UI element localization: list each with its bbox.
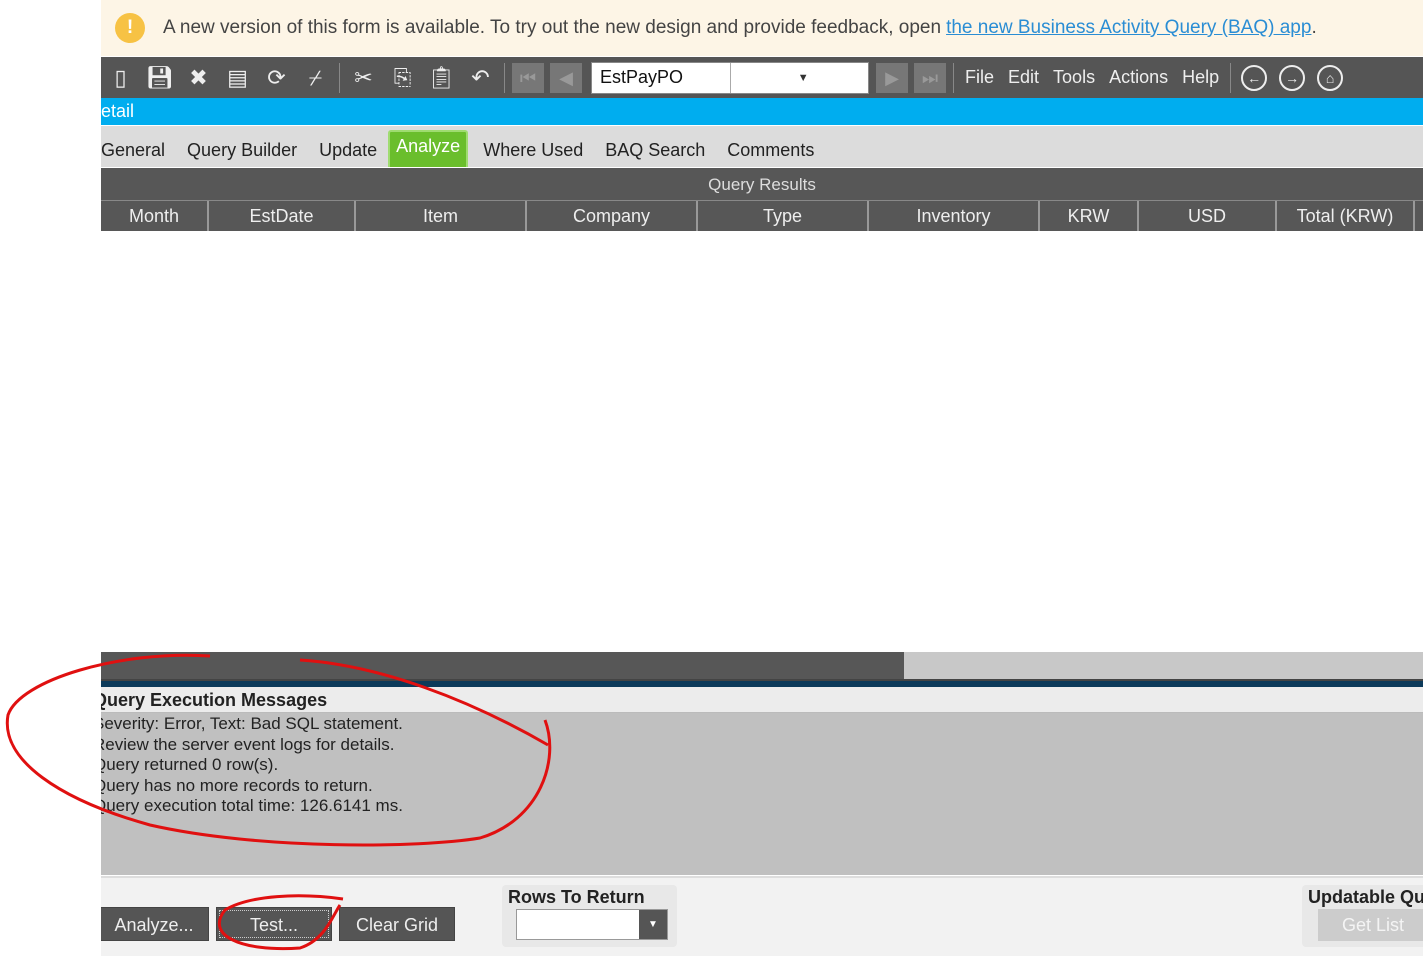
separator — [339, 62, 340, 93]
previous-record-icon[interactable]: ◀ — [550, 62, 582, 93]
tab-query-builder[interactable]: Query Builder — [176, 140, 308, 167]
column-header[interactable]: Company — [527, 201, 698, 231]
menu-file[interactable]: File — [965, 67, 994, 88]
message-line: Query execution total time: 126.6141 ms. — [101, 796, 403, 816]
scrollbar-thumb[interactable] — [101, 652, 904, 679]
new-baq-app-link[interactable]: the new Business Activity Query (BAQ) ap… — [946, 17, 1311, 39]
chevron-down-icon[interactable]: ▼ — [639, 910, 667, 939]
tab-general[interactable]: General — [101, 140, 176, 167]
warning-icon: ! — [115, 13, 145, 43]
horizontal-scrollbar[interactable] — [101, 652, 1423, 679]
messages-panel: Severity: Error, Text: Bad SQL statement… — [101, 713, 1423, 875]
tab-analyze[interactable]: Analyze — [388, 130, 469, 167]
baq-designer: ! A new version of this form is availabl… — [101, 0, 1423, 956]
message-line: Review the server event logs for details… — [101, 734, 395, 754]
back-icon[interactable]: ← — [1241, 64, 1268, 91]
separator — [953, 62, 954, 93]
menu-tools[interactable]: Tools — [1053, 67, 1095, 88]
save-icon[interactable]: 💾︎ — [140, 65, 179, 91]
separator — [1230, 62, 1232, 93]
clear-broom-icon[interactable]: ⌿ — [296, 65, 335, 91]
get-list-button[interactable]: Get List — [1318, 909, 1423, 941]
column-header[interactable]: Total (KRW) — [1277, 201, 1415, 231]
column-header[interactable]: Item — [356, 201, 527, 231]
clear-grid-button[interactable]: Clear Grid — [339, 907, 455, 941]
copy-icon[interactable]: ⎘ — [383, 65, 422, 91]
menu-edit[interactable]: Edit — [1008, 67, 1039, 88]
home-icon[interactable]: ⌂ — [1317, 64, 1344, 91]
menu-help[interactable]: Help — [1182, 67, 1219, 88]
tab-comments[interactable]: Comments — [716, 140, 825, 167]
new-icon[interactable]: ▯ — [101, 65, 140, 91]
first-record-icon[interactable]: ⏮ — [512, 62, 544, 93]
tab-where-used[interactable]: Where Used — [472, 140, 594, 167]
next-record-icon[interactable]: ▶ — [876, 62, 908, 93]
splitter[interactable] — [101, 679, 1423, 687]
column-header[interactable]: Inventory — [869, 201, 1040, 231]
attach-icon[interactable]: ▤ — [218, 65, 257, 91]
chevron-down-icon[interactable]: ▼ — [729, 62, 868, 93]
message-line: Query has no more records to return. — [101, 775, 373, 795]
column-header[interactable]: KRW — [1040, 201, 1139, 231]
query-results-title: Query Results — [101, 168, 1423, 200]
message-line: Query returned 0 row(s). — [101, 755, 279, 775]
last-record-icon[interactable]: ⏭ — [914, 62, 946, 93]
undo-icon[interactable]: ↶ — [461, 65, 500, 91]
toolbar: ▯ 💾︎ ✖ ▤ ⟳ ⌿ ✂ ⎘ 📋︎ ↶ ⏮ ◀ EstPayPO ▼ ▶ ⏭… — [101, 57, 1423, 98]
separator — [504, 62, 505, 93]
tab-baq-search[interactable]: BAQ Search — [594, 140, 716, 167]
tab-update[interactable]: Update — [308, 140, 388, 167]
updatable-query-group: Updatable Query Get List — [1302, 885, 1423, 947]
banner-text: A new version of this form is available.… — [163, 17, 942, 38]
forward-icon[interactable]: → — [1279, 64, 1306, 91]
rows-to-return-group: Rows To Return ▼ — [502, 885, 677, 947]
column-header[interactable]: Month — [101, 201, 209, 231]
rows-to-return-select[interactable]: ▼ — [516, 909, 668, 940]
delete-icon[interactable]: ✖ — [179, 65, 218, 91]
tab-bar: General Query Builder Update Analyze Whe… — [101, 126, 1423, 167]
banner-suffix: . — [1311, 17, 1317, 38]
column-header[interactable]: Type — [698, 201, 869, 231]
paste-icon[interactable]: 📋︎ — [422, 65, 461, 91]
new-version-banner: ! A new version of this form is availabl… — [101, 0, 1423, 56]
rows-to-return-label: Rows To Return — [508, 887, 645, 907]
section-title: etail — [101, 98, 1423, 125]
column-header[interactable]: USD — [1139, 201, 1277, 231]
analyze-button[interactable]: Analyze... — [101, 907, 209, 941]
column-header[interactable]: EstDate — [209, 201, 356, 231]
results-column-headers: Month EstDate Item Company Type Inventor… — [101, 200, 1423, 231]
updatable-query-label: Updatable Query — [1308, 887, 1423, 907]
query-id-value: EstPayPO — [600, 67, 684, 87]
results-grid[interactable] — [101, 232, 1423, 652]
menu-actions[interactable]: Actions — [1109, 67, 1168, 88]
refresh-icon[interactable]: ⟳ — [257, 65, 296, 91]
cut-icon[interactable]: ✂ — [344, 65, 383, 91]
test-button[interactable]: Test... — [216, 907, 332, 941]
message-line: Severity: Error, Text: Bad SQL statement… — [101, 714, 403, 733]
query-id-combo[interactable]: EstPayPO ▼ — [591, 61, 869, 94]
messages-title: Query Execution Messages — [101, 687, 1423, 713]
